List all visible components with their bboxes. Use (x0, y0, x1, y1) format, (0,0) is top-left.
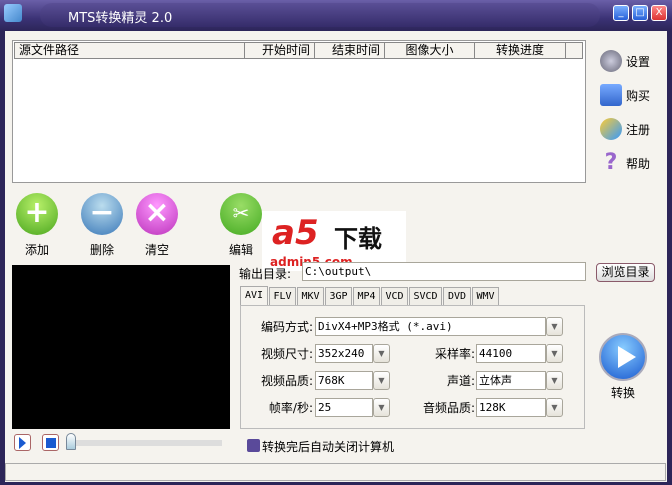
channel-label: 声道: (446, 374, 475, 388)
play-icon (618, 346, 636, 368)
seek-slider-thumb[interactable] (66, 433, 76, 450)
tab-svcd[interactable]: SVCD (409, 287, 442, 305)
chevron-down-icon[interactable]: ▼ (546, 317, 563, 336)
output-dir-input[interactable] (302, 262, 586, 281)
browse-button[interactable]: 浏览目录 (596, 263, 655, 282)
plus-icon: + (16, 193, 58, 235)
video-size-label: 视频尺寸: (260, 347, 313, 361)
column-end-time[interactable]: 结束时间 (314, 42, 385, 59)
help-label: 帮助 (626, 156, 651, 171)
chevron-down-icon[interactable]: ▼ (373, 371, 390, 390)
convert-button[interactable] (599, 333, 647, 381)
video-quality-select[interactable]: 768K (315, 371, 373, 390)
stop-button[interactable] (42, 434, 59, 451)
buy-button[interactable]: 购买 (600, 82, 650, 108)
chevron-down-icon[interactable]: ▼ (373, 344, 390, 363)
buy-label: 购买 (626, 88, 651, 103)
stop-icon (45, 437, 56, 448)
settings-button[interactable]: 设置 (600, 48, 650, 74)
samplerate-label: 采样率: (434, 347, 475, 361)
app-icon (4, 4, 22, 22)
play-button[interactable] (14, 434, 31, 451)
tab-mkv[interactable]: MKV (297, 287, 324, 305)
register-label: 注册 (626, 122, 651, 137)
register-button[interactable]: 注册 (600, 116, 650, 142)
add-button[interactable]: + 添加 (15, 193, 59, 258)
key-icon (600, 118, 622, 140)
chevron-down-icon[interactable]: ▼ (373, 398, 390, 417)
column-image-size[interactable]: 图像大小 (384, 42, 475, 59)
tab-mp4[interactable]: MP4 (353, 287, 380, 305)
delete-label: 删除 (89, 243, 114, 257)
help-icon: ? (604, 150, 618, 175)
output-dir-label: 输出目录: (239, 267, 292, 281)
tab-vcd[interactable]: VCD (381, 287, 408, 305)
chevron-down-icon[interactable]: ▼ (546, 344, 563, 363)
convert-label: 转换 (611, 386, 636, 400)
audio-quality-select[interactable]: 128K (476, 398, 546, 417)
column-extra (565, 42, 583, 59)
codec-select[interactable]: DivX4+MP3格式 (*.avi) (315, 317, 546, 336)
tab-avi[interactable]: AVI (240, 286, 268, 305)
delete-button[interactable]: − 删除 (80, 193, 124, 258)
fps-label: 帧率/秒: (268, 401, 313, 415)
chevron-down-icon[interactable]: ▼ (546, 371, 563, 390)
chevron-down-icon[interactable]: ▼ (546, 398, 563, 417)
audio-quality-label: 音频品质: (422, 401, 475, 415)
scissors-icon: ✂ (220, 193, 262, 235)
cart-icon (600, 84, 622, 106)
video-preview (12, 265, 230, 429)
samplerate-select[interactable]: 44100 (476, 344, 546, 363)
column-progress[interactable]: 转换进度 (474, 42, 566, 59)
minus-icon: − (81, 193, 123, 235)
edit-button[interactable]: ✂ 编辑 (219, 193, 263, 258)
help-button[interactable]: ? 帮助 (600, 150, 650, 176)
tab-flv[interactable]: FLV (269, 287, 296, 305)
status-bar (5, 463, 666, 481)
shutdown-label[interactable]: 转换完后自动关闭计算机 (262, 438, 394, 455)
codec-label: 编码方式: (260, 320, 313, 334)
video-size-select[interactable]: 352x240 (315, 344, 373, 363)
seek-slider[interactable] (70, 440, 222, 446)
column-start-time[interactable]: 开始时间 (244, 42, 315, 59)
clear-button[interactable]: × 清空 (135, 193, 179, 258)
gear-icon (600, 50, 622, 72)
file-list[interactable]: 源文件路径 开始时间 结束时间 图像大小 转换进度 (12, 40, 586, 183)
play-icon (19, 436, 26, 449)
video-quality-label: 视频品质: (260, 374, 313, 388)
settings-label: 设置 (626, 54, 651, 69)
tab-dvd[interactable]: DVD (443, 287, 471, 305)
clear-label: 清空 (144, 243, 169, 257)
maximize-button[interactable]: □ (632, 5, 648, 21)
column-source-path[interactable]: 源文件路径 (14, 42, 245, 59)
edit-label: 编辑 (228, 243, 253, 257)
tab-wmv[interactable]: WMV (472, 287, 499, 305)
window-title: MTS转换精灵 2.0 (68, 11, 173, 26)
add-label: 添加 (24, 243, 49, 257)
x-icon: × (136, 193, 178, 235)
close-button[interactable]: X (651, 5, 667, 21)
tab-3gp[interactable]: 3GP (325, 287, 352, 305)
channel-select[interactable]: 立体声 (476, 371, 546, 390)
minimize-button[interactable]: _ (613, 5, 629, 21)
shutdown-checkbox[interactable] (247, 439, 260, 452)
fps-select[interactable]: 25 (315, 398, 373, 417)
